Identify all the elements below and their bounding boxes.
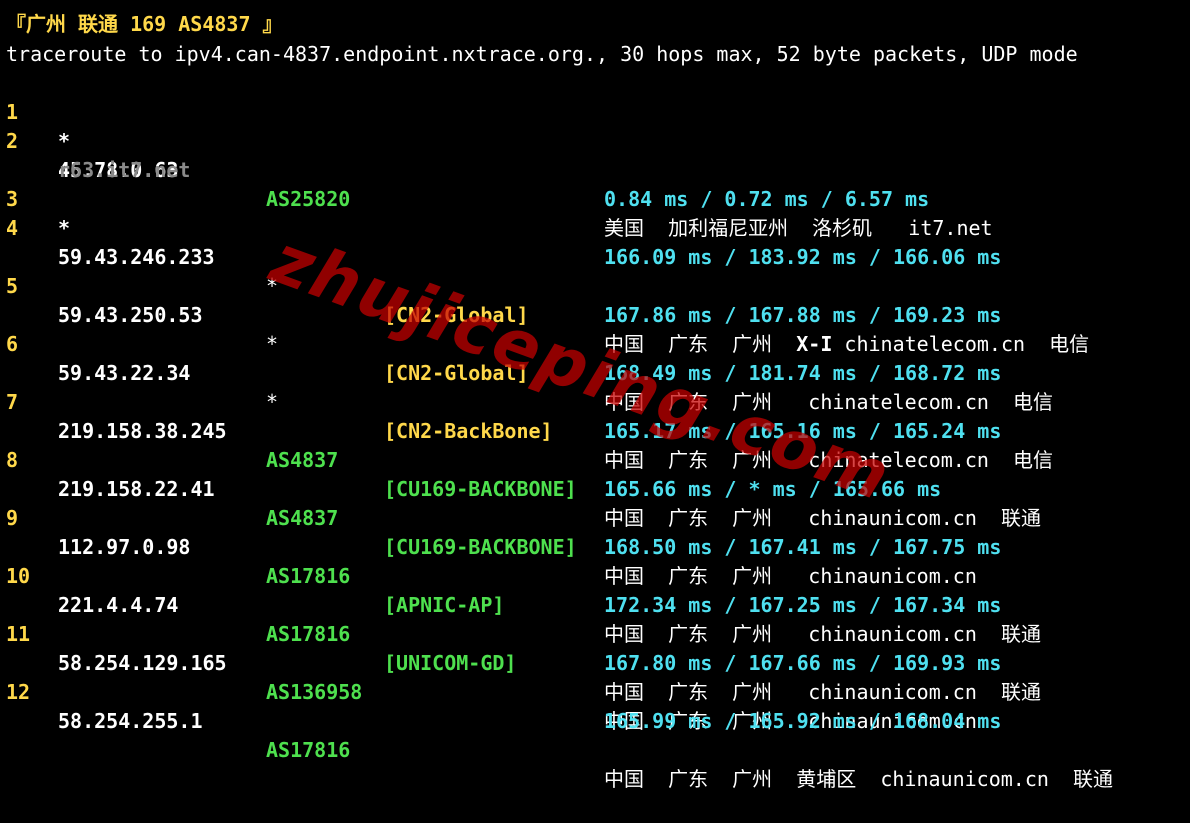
hop-row: 7 219.158.38.245 AS4837 [CU169-BACKBONE]… — [0, 359, 1190, 530]
hop-row: 6 59.43.22.34 * [CN2-BackBone] 中国 广东 广州 … — [0, 301, 1190, 472]
hop-detail-row: 165.99 ms / 165.92 ms / 168.04 ms — [0, 678, 1190, 733]
hop-row: 12 58.254.255.1 AS17816 中国 广东 广州 黄埔区 chi… — [0, 649, 1190, 791]
hop-detail-row: 168.49 ms / 181.74 ms / 168.72 ms — [0, 330, 1190, 385]
hop-asn: AS17816 — [266, 738, 351, 762]
hop-detail-row: r63.it7.net 0.84 ms / 0.72 ms / 6.57 ms — [0, 127, 1190, 211]
hop-rtt: 165.99 ms / 165.92 ms / 168.04 ms — [604, 709, 1002, 733]
hop-row: 2 45.78.0.63 AS25820 美国 加利福尼亚州 洛杉矶 it7.n… — [0, 98, 1190, 240]
hop-detail-row: 172.34 ms / 167.25 ms / 167.34 ms — [0, 562, 1190, 617]
hop-detail-row: 168.50 ms / 167.41 ms / 167.75 ms — [0, 504, 1190, 559]
hop-row: 11 58.254.129.165 AS136958 中国 广东 广州 chin… — [0, 591, 1190, 733]
hop-detail-row: 165.66 ms / * ms / 165.66 ms — [0, 446, 1190, 501]
hop-detail-row: 167.86 ms / 167.88 ms / 169.23 ms — [0, 272, 1190, 327]
hop-row: 8 219.158.22.41 AS4837 [CU169-BACKBONE] … — [0, 417, 1190, 588]
hop-ip: 58.254.255.1 — [58, 709, 203, 733]
hop-detail-row: 167.80 ms / 167.66 ms / 169.93 ms — [0, 620, 1190, 675]
hop-row: 4 59.43.246.233 * [CN2-Global] 中国 广东 广州 … — [0, 185, 1190, 356]
hop-row: 10 221.4.4.74 AS17816 [UNICOM-GD] 中国 广东 … — [0, 533, 1190, 704]
test-title: 『广州 联通 169 AS4837 』 — [6, 12, 283, 36]
hop-row: 9 112.97.0.98 AS17816 [APNIC-AP] 中国 广东 广… — [0, 475, 1190, 646]
terminal-window: 『广州 联通 169 AS4837 』 traceroute to ipv4.c… — [0, 0, 1190, 791]
hop-row: 5 59.43.250.53 * [CN2-Global] 中国 广东 广州 c… — [0, 243, 1190, 414]
hop-geo: 中国 广东 广州 黄埔区 chinaunicom.cn 联通 — [604, 767, 1113, 791]
traceroute-header: traceroute to ipv4.can-4837.endpoint.nxt… — [6, 42, 1078, 66]
hop-row: 3 * — [0, 156, 1190, 240]
hop-row: 1 * — [0, 69, 1190, 153]
hop-detail-row: 165.17 ms / 165.16 ms / 165.24 ms — [0, 388, 1190, 443]
hop-detail-row: 166.09 ms / 183.92 ms / 166.06 ms — [0, 214, 1190, 269]
